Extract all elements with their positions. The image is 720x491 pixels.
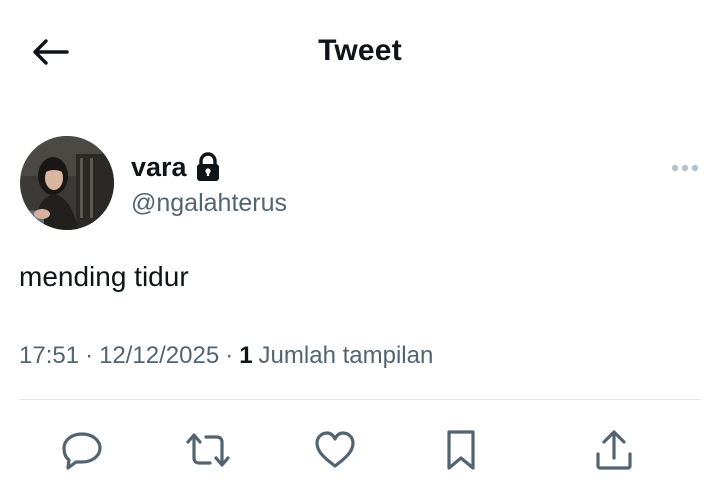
action-bar: [0, 420, 720, 480]
avatar-image: [20, 136, 114, 230]
share-icon: [596, 430, 632, 470]
reply-button[interactable]: [58, 426, 106, 474]
tweet-text: mending tidur: [19, 261, 189, 292]
reply-icon: [62, 432, 102, 470]
divider: [19, 399, 701, 400]
share-button[interactable]: [590, 426, 638, 474]
bookmark-button[interactable]: [437, 426, 485, 474]
views-count: 1: [239, 342, 253, 369]
meta-separator: ·: [225, 342, 234, 369]
page-title: Tweet: [318, 34, 402, 67]
meta-separator: ·: [85, 342, 94, 369]
user-handle[interactable]: @ngalahterus: [131, 188, 287, 218]
lock-icon: [196, 152, 219, 181]
more-options-button[interactable]: [670, 158, 700, 178]
more-dots-icon: [671, 164, 699, 172]
tweet-meta: 17:51 · 12/12/2025 · 1 Jumlah tampilan: [19, 340, 433, 372]
like-button[interactable]: [311, 426, 359, 474]
like-icon: [315, 431, 355, 468]
tweet-author: vara @ngalahterus: [20, 136, 700, 232]
tweet-time[interactable]: 17:51: [19, 340, 79, 372]
avatar[interactable]: [20, 136, 114, 230]
display-name-text: vara: [131, 152, 187, 182]
bookmark-icon: [447, 430, 475, 470]
retweet-icon: [186, 433, 230, 467]
tweet-date[interactable]: 12/12/2025: [99, 340, 219, 372]
views-label: Jumlah tampilan: [258, 342, 434, 369]
top-bar: Tweet: [0, 0, 720, 104]
display-name[interactable]: vara: [131, 151, 221, 183]
retweet-button[interactable]: [184, 426, 232, 474]
